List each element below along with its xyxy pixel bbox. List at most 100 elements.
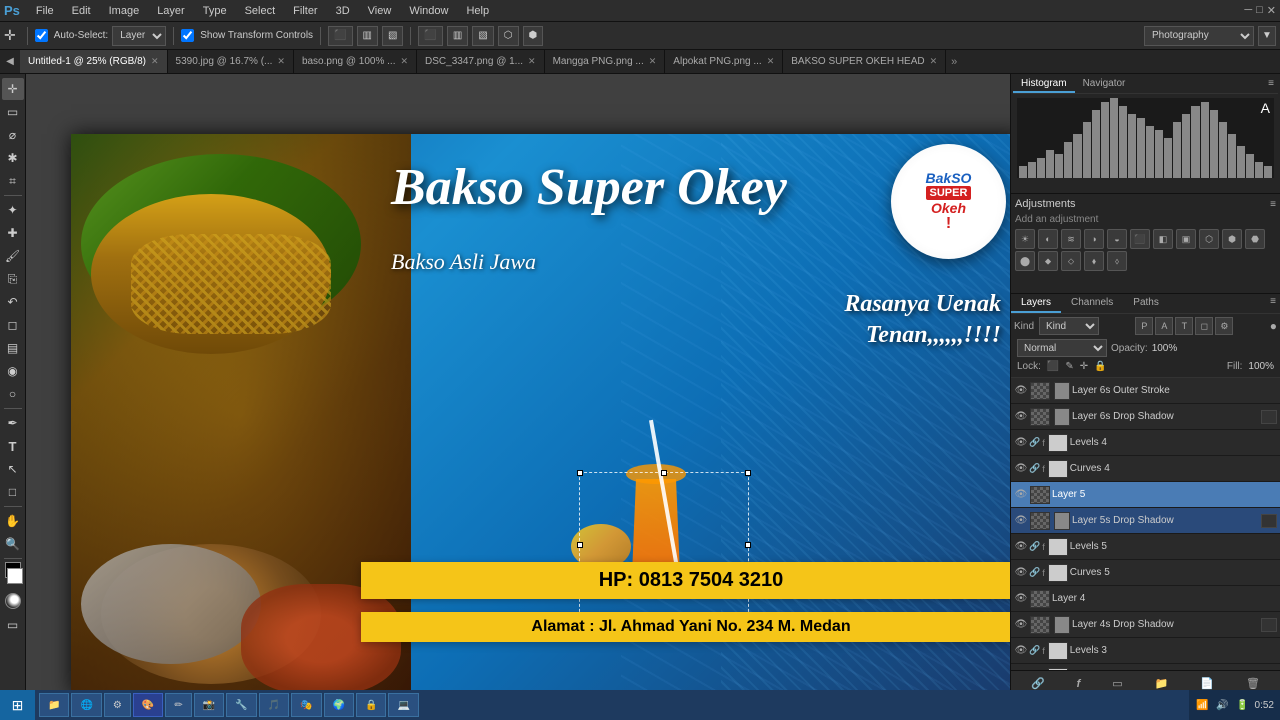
layer-item-6s-drop[interactable]: 👁 Layer 6s Drop Shadow bbox=[1011, 404, 1280, 430]
layer-visibility-icon[interactable]: 👁 bbox=[1014, 592, 1028, 606]
screen-mode-btn[interactable]: ▭ bbox=[2, 614, 24, 636]
tab-dsc[interactable]: DSC_3347.png @ 1... ✕ bbox=[417, 50, 545, 74]
tab-5390[interactable]: 5390.jpg @ 16.7% (... ✕ bbox=[168, 50, 294, 74]
layer-item-6s-outer[interactable]: 👁 Layer 6s Outer Stroke bbox=[1011, 378, 1280, 404]
tab-channels[interactable]: Channels bbox=[1061, 294, 1123, 313]
filter-pixel-icon[interactable]: P bbox=[1135, 317, 1153, 335]
lock-transparent-icon[interactable]: ⬛ bbox=[1047, 361, 1059, 372]
crop-tool[interactable]: ⌗ bbox=[2, 170, 24, 192]
tab-close-5390[interactable]: ✕ bbox=[277, 56, 285, 67]
layer-visibility-icon[interactable]: 👁 bbox=[1014, 566, 1028, 580]
distribute-btn1[interactable]: ⬛ bbox=[418, 26, 442, 46]
adj-hsl[interactable]: ⬛ bbox=[1130, 229, 1150, 249]
layer-item-curves4[interactable]: 👁 🔗 f Curves 4 bbox=[1011, 456, 1280, 482]
layers-panel-options[interactable]: ≡ bbox=[1266, 294, 1280, 313]
lock-all-icon[interactable]: 🔒 bbox=[1094, 361, 1106, 372]
layer-dropdown[interactable]: Layer bbox=[112, 26, 166, 46]
menu-image[interactable]: Image bbox=[101, 3, 148, 19]
adj-invert[interactable]: ⬤ bbox=[1015, 251, 1035, 271]
taskbar-music[interactable]: 🎵 bbox=[259, 693, 289, 717]
adj-exposure[interactable]: ◑ bbox=[1084, 229, 1104, 249]
layer-visibility-icon[interactable]: 👁 bbox=[1014, 618, 1028, 632]
adj-levels[interactable]: ≋ bbox=[1061, 229, 1081, 249]
menu-layer[interactable]: Layer bbox=[149, 3, 193, 19]
menu-window[interactable]: Window bbox=[401, 3, 456, 19]
menu-3d[interactable]: 3D bbox=[328, 3, 358, 19]
tab-navigator[interactable]: Navigator bbox=[1075, 76, 1134, 93]
filter-adjust-icon[interactable]: A bbox=[1155, 317, 1173, 335]
hand-tool[interactable]: ✋ bbox=[2, 510, 24, 532]
tray-network-icon[interactable]: 📶 bbox=[1195, 697, 1211, 713]
distribute-btn5[interactable]: ⬢ bbox=[523, 26, 544, 46]
opacity-value[interactable]: 100% bbox=[1152, 343, 1187, 354]
taskbar-tool[interactable]: 🔧 bbox=[226, 693, 256, 717]
adj-curves[interactable]: ◐ bbox=[1038, 229, 1058, 249]
workspace-dropdown[interactable]: Photography bbox=[1144, 26, 1254, 46]
tab-close-dsc[interactable]: ✕ bbox=[528, 56, 536, 67]
layers-kind-dropdown[interactable]: Kind bbox=[1039, 317, 1099, 335]
quick-select-tool[interactable]: ✱ bbox=[2, 147, 24, 169]
tab-close-alpokat[interactable]: ✕ bbox=[767, 56, 775, 67]
layers-list[interactable]: 👁 Layer 6s Outer Stroke 👁 Layer 6s Drop … bbox=[1011, 378, 1280, 670]
taskbar-app9[interactable]: 🎭 bbox=[291, 693, 321, 717]
adj-bw[interactable]: ▣ bbox=[1176, 229, 1196, 249]
window-maximize[interactable]: □ bbox=[1256, 4, 1263, 17]
auto-select-checkbox[interactable] bbox=[35, 29, 48, 42]
adj-brightness[interactable]: ☀ bbox=[1015, 229, 1035, 249]
taskbar-app12[interactable]: 💻 bbox=[388, 693, 418, 717]
taskbar-browser[interactable]: 🌐 bbox=[71, 693, 101, 717]
tab-baso[interactable]: baso.png @ 100% ... ✕ bbox=[294, 50, 417, 74]
filter-shape-icon[interactable]: ◻ bbox=[1195, 317, 1213, 335]
layer-visibility-icon[interactable]: 👁 bbox=[1014, 436, 1028, 450]
window-minimize[interactable]: ─ bbox=[1244, 4, 1252, 17]
layer-visibility-icon[interactable]: 👁 bbox=[1014, 488, 1028, 502]
adj-posterize[interactable]: ⬥ bbox=[1038, 251, 1058, 271]
menu-help[interactable]: Help bbox=[458, 3, 497, 19]
quick-mask-tool[interactable] bbox=[5, 593, 21, 609]
tab-mangga[interactable]: Mangga PNG.png ... ✕ bbox=[545, 50, 666, 74]
type-tool[interactable]: T bbox=[2, 435, 24, 457]
blend-mode-dropdown[interactable]: Normal bbox=[1017, 339, 1107, 357]
tab-bakso-head[interactable]: BAKSO SUPER OKEH HEAD ✕ bbox=[783, 50, 946, 74]
background-color[interactable] bbox=[7, 568, 23, 584]
window-close[interactable]: ✕ bbox=[1267, 4, 1276, 17]
taskbar-settings[interactable]: ⚙ bbox=[104, 693, 131, 717]
taskbar-file-manager[interactable]: 📁 bbox=[39, 693, 69, 717]
adjustments-options[interactable]: ≡ bbox=[1270, 199, 1276, 210]
menu-select[interactable]: Select bbox=[237, 3, 284, 19]
menu-view[interactable]: View bbox=[360, 3, 400, 19]
layer-visibility-icon[interactable]: 👁 bbox=[1014, 644, 1028, 658]
menu-file[interactable]: File bbox=[28, 3, 62, 19]
menu-filter[interactable]: Filter bbox=[285, 3, 325, 19]
pen-tool[interactable]: ✒ bbox=[2, 412, 24, 434]
distribute-btn3[interactable]: ▧ bbox=[472, 26, 493, 46]
adj-channel-mixer[interactable]: ⬢ bbox=[1222, 229, 1242, 249]
tab-close-mangga[interactable]: ✕ bbox=[649, 56, 657, 67]
eyedropper-tool[interactable]: ✦ bbox=[2, 199, 24, 221]
menu-edit[interactable]: Edit bbox=[64, 3, 99, 19]
align-left-btn[interactable]: ⬛ bbox=[328, 26, 352, 46]
tab-alpokat[interactable]: Alpokat PNG.png ... ✕ bbox=[665, 50, 783, 74]
tab-close-baso[interactable]: ✕ bbox=[400, 56, 408, 67]
taskbar-app10[interactable]: 🌍 bbox=[324, 693, 354, 717]
gradient-tool[interactable]: ▤ bbox=[2, 337, 24, 359]
menu-type[interactable]: Type bbox=[195, 3, 235, 19]
canvas-area[interactable]: Bakso Super Okey Bakso Asli Jawa Rasanya… bbox=[26, 74, 1010, 696]
workspace-arrow[interactable]: ▼ bbox=[1258, 26, 1276, 46]
panel-options-icon[interactable]: ≡ bbox=[1264, 76, 1278, 93]
distribute-btn4[interactable]: ⬡ bbox=[498, 26, 519, 46]
filter-toggle[interactable]: ● bbox=[1270, 319, 1277, 333]
adj-color-balance[interactable]: ◧ bbox=[1153, 229, 1173, 249]
path-tool[interactable]: ↖ bbox=[2, 458, 24, 480]
layer-item-layer4[interactable]: 👁 Layer 4 bbox=[1011, 586, 1280, 612]
taskbar-camera[interactable]: 📸 bbox=[194, 693, 224, 717]
show-transform-checkbox[interactable] bbox=[181, 29, 194, 42]
taskbar-photoshop[interactable]: 🎨 bbox=[133, 693, 163, 717]
tab-close-bakso-head[interactable]: ✕ bbox=[930, 56, 938, 67]
fill-value[interactable]: 100% bbox=[1248, 361, 1274, 372]
blur-tool[interactable]: ◉ bbox=[2, 360, 24, 382]
layer-visibility-icon[interactable]: 👁 bbox=[1014, 462, 1028, 476]
lock-position-icon[interactable]: ✛ bbox=[1080, 361, 1088, 372]
healing-tool[interactable]: ✚ bbox=[2, 222, 24, 244]
start-button[interactable]: ⊞ bbox=[0, 690, 35, 720]
